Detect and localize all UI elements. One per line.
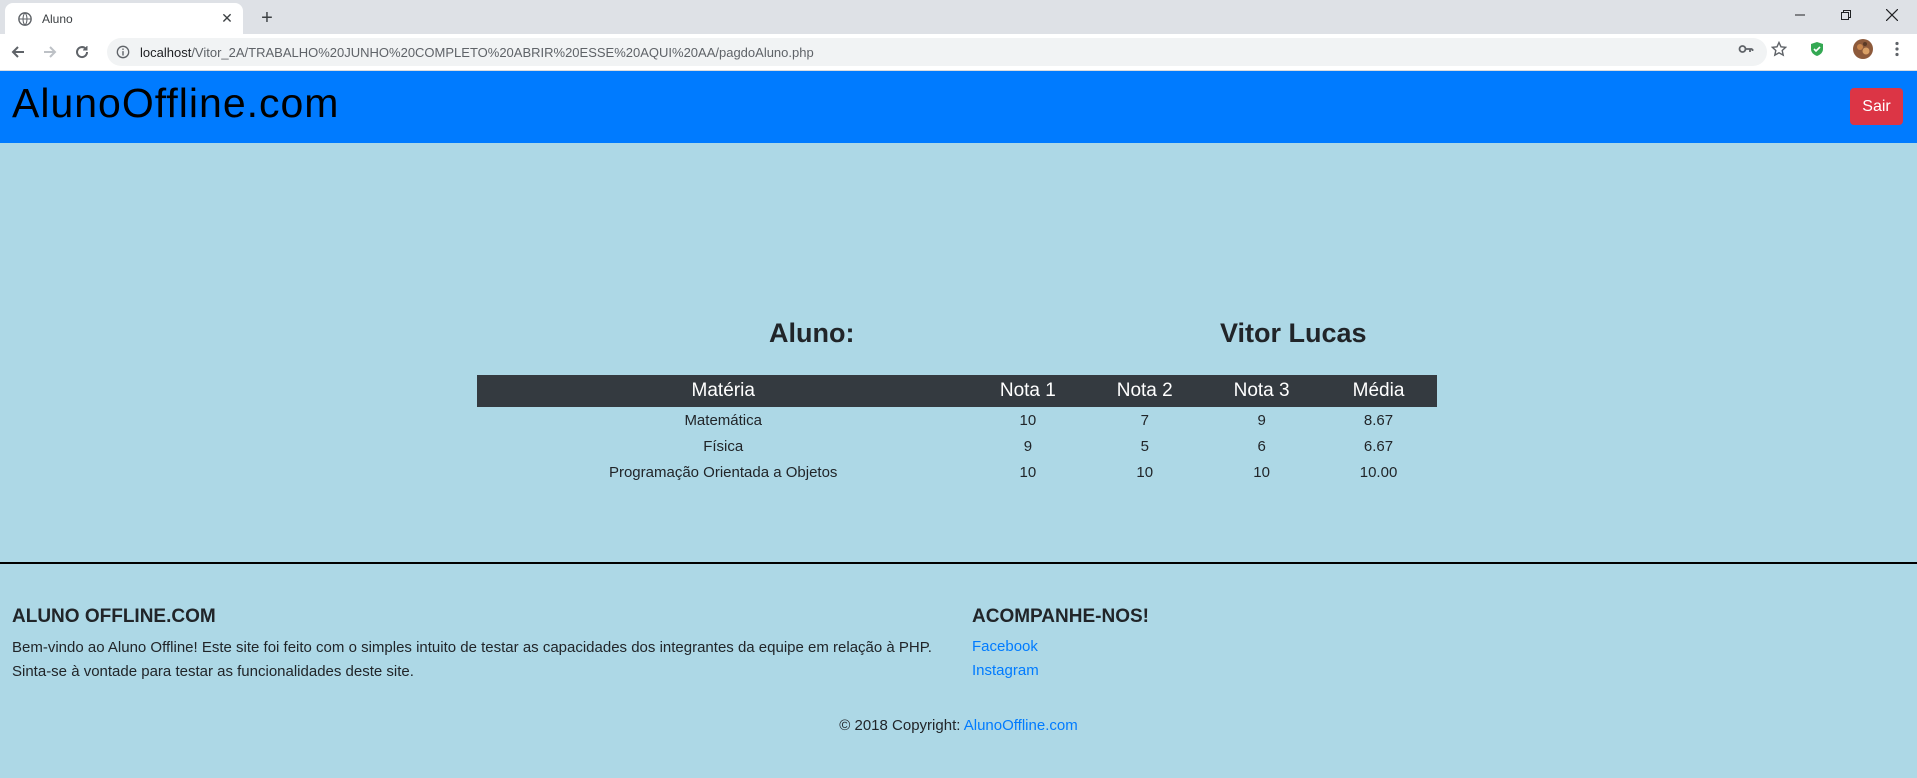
cell-nota-3: 10	[1253, 463, 1270, 481]
cell-nota-2: 10	[1136, 463, 1154, 481]
cell-nota-3: 9	[1257, 411, 1266, 429]
site-navbar: AlunoOffline.com Sair	[0, 71, 1917, 143]
header-nota-1: Nota 1	[999, 380, 1056, 401]
back-icon[interactable]	[6, 40, 30, 64]
forward-icon[interactable]	[38, 40, 62, 64]
header-nota-2: Nota 2	[1116, 380, 1173, 401]
header-nota-3: Nota 3	[1233, 380, 1290, 401]
key-icon[interactable]	[1737, 40, 1755, 58]
cell-nota-3: 6	[1257, 437, 1266, 455]
cell-nota-1: 10	[1019, 411, 1037, 429]
table-row: Física 9 5 6 6.67	[477, 433, 1437, 459]
facebook-link[interactable]: Facebook	[972, 638, 1038, 655]
footer-about-text: Bem-vindo ao Aluno Offline! Este site fo…	[12, 639, 932, 680]
student-name: Vitor Lucas	[1220, 318, 1367, 348]
info-icon[interactable]	[115, 44, 131, 60]
table-header-row: Matéria Nota 1 Nota 2 Nota 3 Média	[477, 375, 1437, 407]
cell-nota-1: 10	[1019, 463, 1037, 481]
url-path: /Vitor_2A/TRABALHO%20JUNHO%20COMPLETO%20…	[191, 44, 814, 60]
site-brand[interactable]: AlunoOffline.com	[12, 80, 339, 127]
cell-media: 6.67	[1363, 437, 1394, 455]
browser-tab[interactable]: Aluno ✕	[5, 3, 243, 34]
instagram-link[interactable]: Instagram	[972, 662, 1039, 679]
url-text: localhost/Vitor_2A/TRABALHO%20JUNHO%20CO…	[140, 45, 814, 60]
plus-icon[interactable]: +	[256, 7, 278, 29]
cell-media: 8.67	[1363, 411, 1394, 429]
minimize-icon[interactable]	[1777, 0, 1823, 30]
avatar[interactable]	[1852, 38, 1874, 60]
globe-icon	[17, 11, 33, 27]
copyright: © 2018 Copyright: AlunoOffline.com	[0, 717, 1917, 734]
footer-about-title: ALUNO OFFLINE.COM	[12, 606, 216, 627]
restore-icon[interactable]	[1823, 0, 1869, 30]
cell-nota-1: 9	[1023, 437, 1033, 455]
cell-materia: Programação Orientada a Objetos	[608, 463, 838, 481]
tab-title: Aluno	[42, 11, 73, 26]
window-close-icon[interactable]	[1869, 0, 1915, 30]
address-bar[interactable]: localhost/Vitor_2A/TRABALHO%20JUNHO%20CO…	[107, 38, 1767, 66]
table-row: Programação Orientada a Objetos 10 10 10…	[477, 459, 1437, 485]
close-icon[interactable]: ✕	[219, 10, 235, 27]
student-label: Aluno:	[769, 318, 855, 348]
menu-icon[interactable]	[1888, 40, 1906, 58]
footer-follow-title: ACOMPANHE-NOS!	[972, 606, 1149, 627]
footer-divider	[0, 562, 1917, 564]
browser-tab-strip: Aluno ✕ +	[0, 0, 1917, 34]
copyright-link[interactable]: AlunoOffline.com	[964, 717, 1078, 734]
browser-toolbar: localhost/Vitor_2A/TRABALHO%20JUNHO%20CO…	[0, 34, 1917, 71]
cell-materia: Física	[703, 437, 744, 455]
logout-button[interactable]: Sair	[1850, 88, 1903, 125]
url-host: localhost	[140, 44, 192, 60]
cell-media: 10.00	[1359, 463, 1398, 481]
cell-nota-2: 5	[1140, 437, 1149, 455]
cell-materia: Matemática	[684, 411, 762, 429]
grades-table: Matéria Nota 1 Nota 2 Nota 3 Média Matem…	[477, 375, 1437, 485]
cell-nota-2: 7	[1140, 411, 1149, 429]
reload-icon[interactable]	[70, 40, 94, 64]
table-row: Matemática 10 7 9 8.67	[477, 407, 1437, 433]
header-materia: Matéria	[691, 380, 755, 401]
star-icon[interactable]	[1770, 40, 1788, 58]
shield-icon[interactable]	[1808, 40, 1826, 58]
header-media: Média	[1352, 380, 1405, 401]
copyright-text: © 2018 Copyright:	[839, 717, 964, 734]
